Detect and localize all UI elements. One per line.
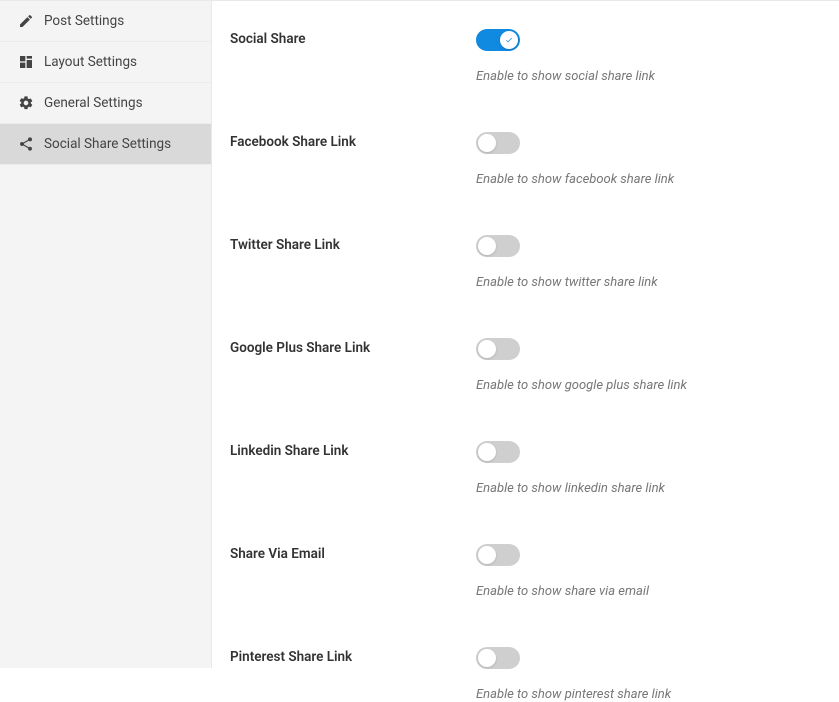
setting-desc: Enable to show pinterest share link — [476, 687, 821, 702]
setting-desc: Enable to show facebook share link — [476, 172, 821, 187]
setting-control: Enable to show twitter share link — [476, 235, 821, 290]
toggle-facebook-share[interactable] — [476, 132, 520, 154]
settings-content: Social Share Enable to show social share… — [212, 1, 839, 668]
toggle-email-share[interactable] — [476, 544, 520, 566]
setting-desc: Enable to show linkedin share link — [476, 481, 821, 496]
share-icon — [18, 136, 34, 152]
check-icon — [505, 36, 513, 44]
sidebar-item-label: Post Settings — [44, 13, 124, 29]
sidebar-item-label: Layout Settings — [44, 54, 137, 70]
setting-control: Enable to show google plus share link — [476, 338, 821, 393]
toggle-knob — [478, 134, 496, 152]
layout-icon — [18, 54, 34, 70]
setting-control: Enable to show share via email — [476, 544, 821, 599]
setting-facebook-share: Facebook Share Link Enable to show faceb… — [230, 132, 821, 187]
setting-label: Share Via Email — [230, 544, 476, 562]
toggle-knob — [478, 340, 496, 358]
setting-desc: Enable to show twitter share link — [476, 275, 821, 290]
sidebar-item-label: Social Share Settings — [44, 136, 171, 152]
toggle-knob — [500, 31, 518, 49]
setting-pinterest-share: Pinterest Share Link Enable to show pint… — [230, 647, 821, 702]
toggle-social-share[interactable] — [476, 29, 520, 51]
sidebar: Post Settings Layout Settings General Se… — [0, 1, 212, 668]
toggle-pinterest-share[interactable] — [476, 647, 520, 669]
toggle-knob — [478, 443, 496, 461]
toggle-knob — [478, 649, 496, 667]
toggle-knob — [478, 546, 496, 564]
toggle-linkedin-share[interactable] — [476, 441, 520, 463]
sidebar-item-label: General Settings — [44, 95, 143, 111]
setting-label: Linkedin Share Link — [230, 441, 476, 459]
setting-control: Enable to show linkedin share link — [476, 441, 821, 496]
toggle-googleplus-share[interactable] — [476, 338, 520, 360]
setting-control: Enable to show pinterest share link — [476, 647, 821, 702]
setting-label: Social Share — [230, 29, 476, 47]
toggle-twitter-share[interactable] — [476, 235, 520, 257]
toggle-knob — [478, 237, 496, 255]
setting-desc: Enable to show social share link — [476, 69, 821, 84]
setting-linkedin-share: Linkedin Share Link Enable to show linke… — [230, 441, 821, 496]
setting-email-share: Share Via Email Enable to show share via… — [230, 544, 821, 599]
setting-label: Google Plus Share Link — [230, 338, 476, 356]
setting-googleplus-share: Google Plus Share Link Enable to show go… — [230, 338, 821, 393]
setting-label: Facebook Share Link — [230, 132, 476, 150]
setting-twitter-share: Twitter Share Link Enable to show twitte… — [230, 235, 821, 290]
setting-label: Twitter Share Link — [230, 235, 476, 253]
sidebar-item-post-settings[interactable]: Post Settings — [0, 1, 211, 42]
setting-desc: Enable to show share via email — [476, 584, 821, 599]
sidebar-item-general-settings[interactable]: General Settings — [0, 83, 211, 124]
sidebar-item-layout-settings[interactable]: Layout Settings — [0, 42, 211, 83]
setting-control: Enable to show facebook share link — [476, 132, 821, 187]
setting-social-share: Social Share Enable to show social share… — [230, 29, 821, 84]
edit-icon — [18, 13, 34, 29]
setting-desc: Enable to show google plus share link — [476, 378, 821, 393]
settings-page: Post Settings Layout Settings General Se… — [0, 0, 839, 668]
setting-control: Enable to show social share link — [476, 29, 821, 84]
gear-icon — [18, 95, 34, 111]
sidebar-item-social-share-settings[interactable]: Social Share Settings — [0, 124, 211, 165]
setting-label: Pinterest Share Link — [230, 647, 476, 665]
